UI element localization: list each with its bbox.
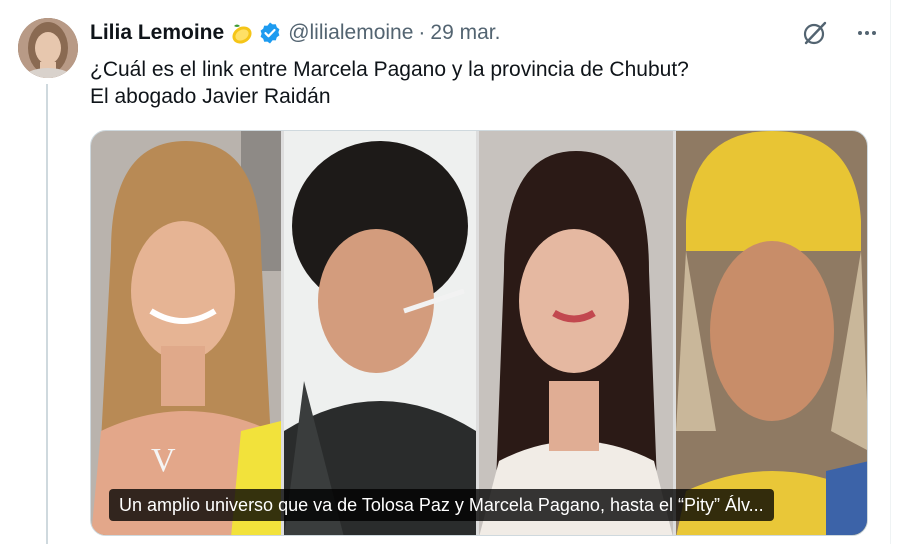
tweet-text: ¿Cuál es el link entre Marcela Pagano y … bbox=[90, 56, 870, 110]
grok-icon[interactable] bbox=[800, 18, 830, 48]
thread-connector-line bbox=[46, 84, 48, 544]
photo-panel-man-cigarette bbox=[284, 131, 476, 535]
verified-badge-icon bbox=[258, 21, 282, 45]
tweet-media[interactable]: V Un amplio universo que va de Tolosa Pa… bbox=[90, 130, 868, 536]
tweet-header: Lilia Lemoine @lilialemoine · 29 mar. bbox=[90, 18, 500, 48]
photo-panel-man-yellow-beanie bbox=[676, 131, 867, 535]
tweet-text-line-2: El abogado Javier Raidán bbox=[90, 85, 331, 108]
separator-dot: · bbox=[418, 21, 426, 44]
tweet-date[interactable]: 29 mar. bbox=[430, 21, 500, 45]
lemon-icon bbox=[228, 20, 254, 46]
more-icon[interactable] bbox=[852, 18, 882, 48]
media-caption: Un amplio universo que va de Tolosa Paz … bbox=[109, 489, 774, 521]
svg-text:V: V bbox=[151, 442, 176, 479]
tweet-actions bbox=[800, 18, 882, 48]
avatar[interactable] bbox=[18, 18, 78, 78]
display-name[interactable]: Lilia Lemoine bbox=[90, 21, 224, 45]
tweet-text-line-1: ¿Cuál es el link entre Marcela Pagano y … bbox=[90, 58, 689, 81]
timeline-border bbox=[890, 0, 891, 544]
user-handle[interactable]: @lilialemoine bbox=[288, 21, 413, 45]
photo-panel-woman-dark-hair bbox=[479, 131, 673, 535]
photo-panel-woman-smiling: V bbox=[91, 131, 281, 535]
